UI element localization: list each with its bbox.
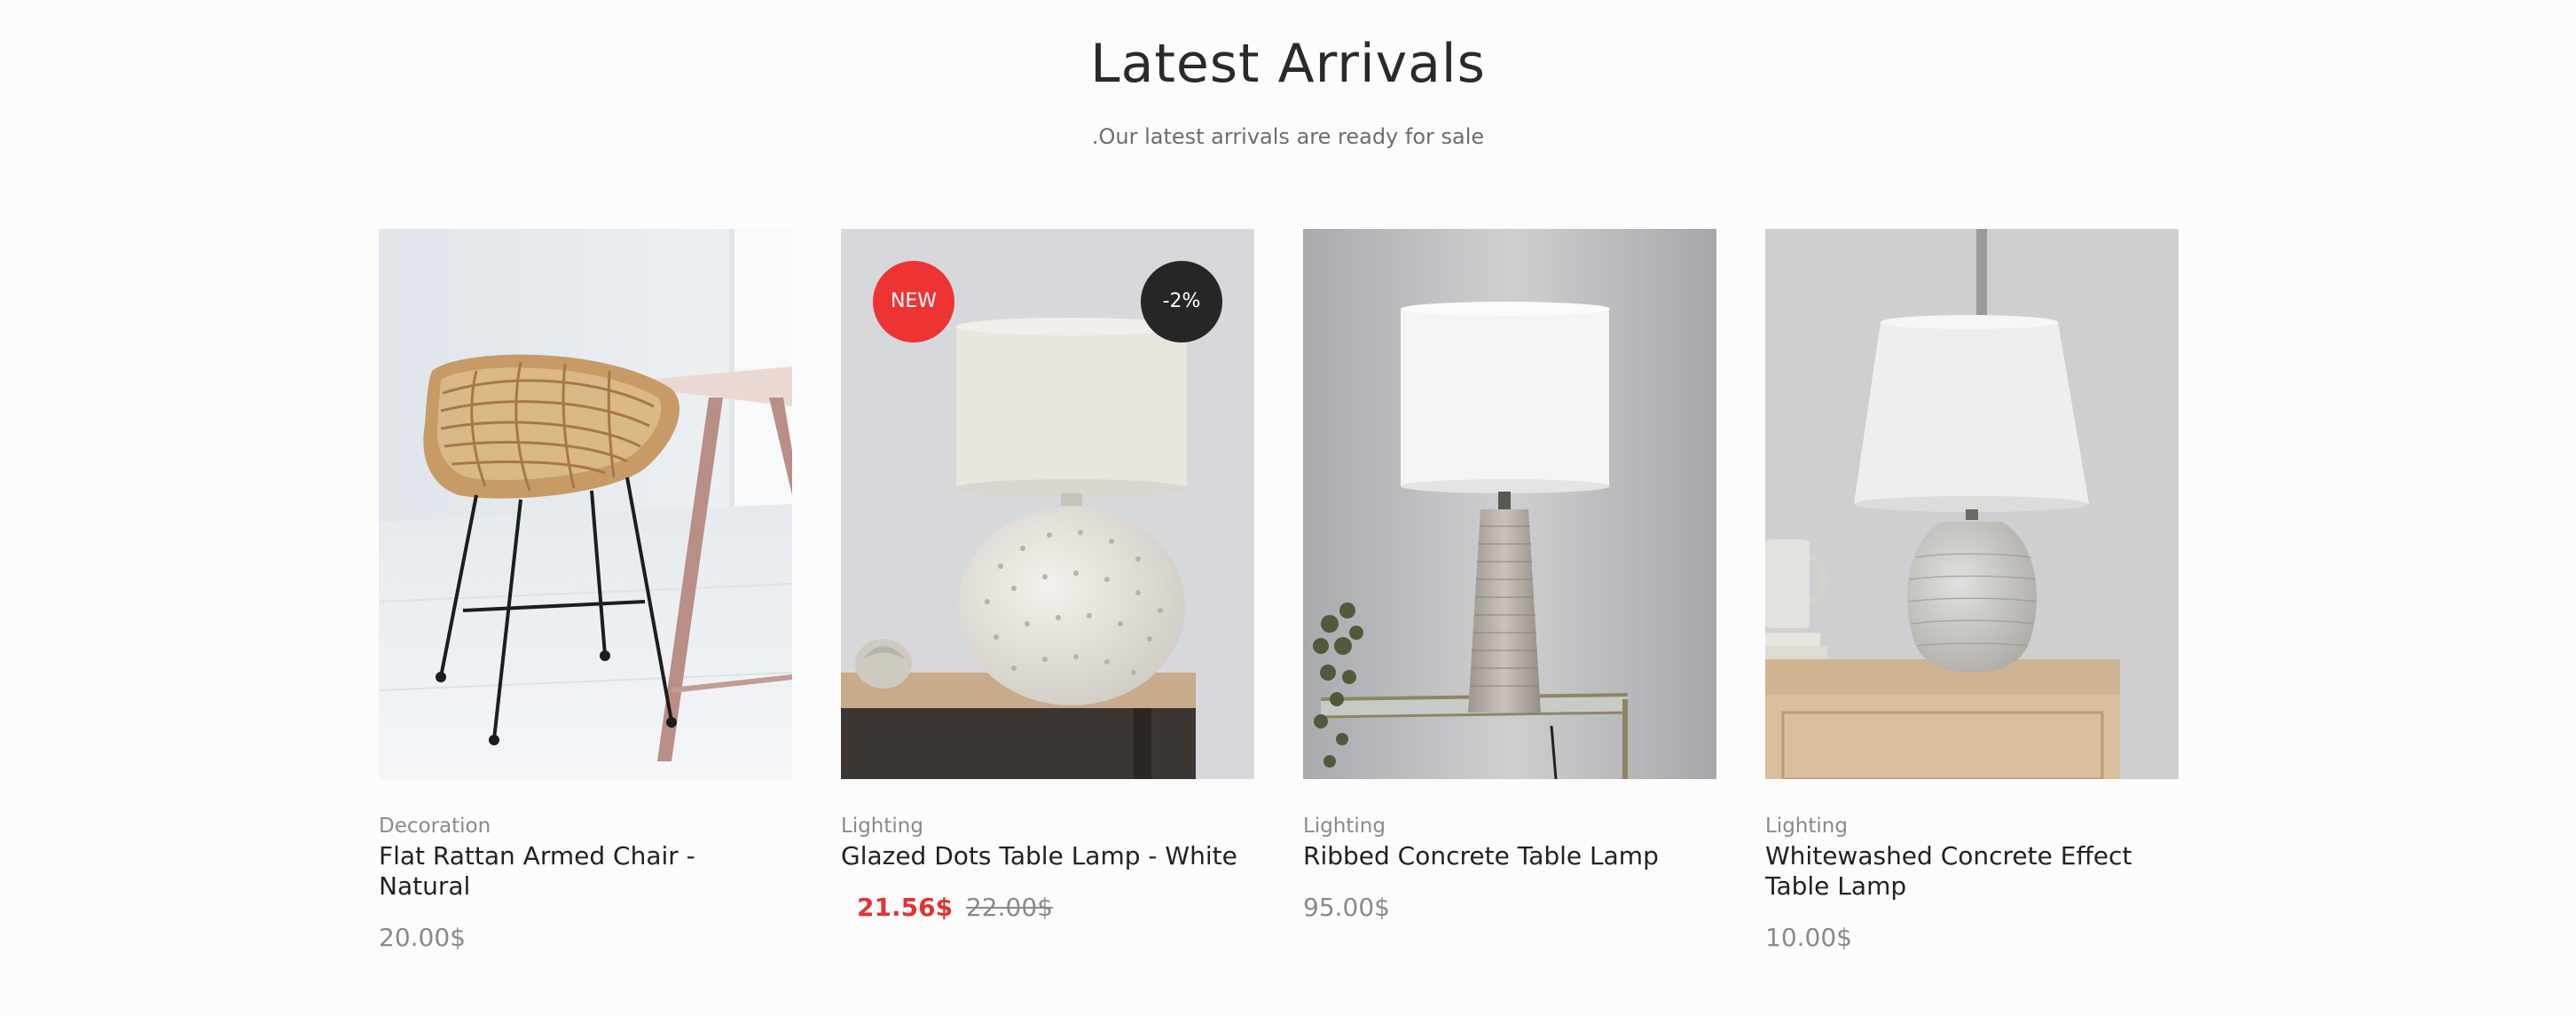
rattan-chair-image [379,229,792,779]
product-name[interactable]: Ribbed Concrete Table Lamp [1303,841,1716,871]
product-card[interactable]: Decoration Flat Rattan Armed Chair - Nat… [379,229,792,953]
product-regular-price: 22.00$ [965,893,1053,922]
product-sale-price: 21.56$ [857,893,954,922]
product-price-row: 10.00$ [1765,923,2179,953]
new-badge: NEW [873,261,954,343]
section-header: Latest Arrivals .Our latest arrivals are… [0,30,2576,151]
section-subtitle: .Our latest arrivals are ready for sale [1091,124,1485,149]
product-image[interactable]: NEW -2% [841,229,1254,779]
product-card[interactable]: Lighting Whitewashed Concrete Effect Tab… [1765,229,2179,953]
product-category[interactable]: Decoration [379,813,792,839]
product-grid: Decoration Flat Rattan Armed Chair - Nat… [379,229,2197,957]
product-image[interactable] [1303,229,1716,779]
product-image[interactable] [1765,229,2179,779]
section-title: Latest Arrivals [1090,33,1486,95]
product-card[interactable]: Lighting Ribbed Concrete Table Lamp 95.0… [1303,229,1716,923]
product-price-row: 21.56$ 22.00$ [841,893,1254,923]
ribbed-concrete-lamp-image [1303,229,1716,779]
product-price-row: 95.00$ [1303,893,1716,923]
product-category[interactable]: Lighting [1765,813,2179,839]
product-image[interactable] [379,229,792,779]
product-name[interactable]: Glazed Dots Table Lamp - White [841,841,1254,871]
whitewashed-lamp-image [1765,229,2179,779]
product-name[interactable]: Whitewashed Concrete Effect Table Lamp [1765,841,2179,902]
discount-badge: -2% [1141,261,1222,343]
product-name[interactable]: Flat Rattan Armed Chair - Natural [379,841,792,902]
product-card[interactable]: NEW -2% Lighting Glazed Dots Table Lamp … [841,229,1254,923]
product-price-row: 20.00$ [379,923,792,953]
product-category[interactable]: Lighting [1303,813,1716,839]
product-price: 20.00$ [379,923,466,952]
product-category[interactable]: Lighting [841,813,1254,839]
product-price: 10.00$ [1765,923,1852,952]
product-price: 95.00$ [1303,893,1390,922]
